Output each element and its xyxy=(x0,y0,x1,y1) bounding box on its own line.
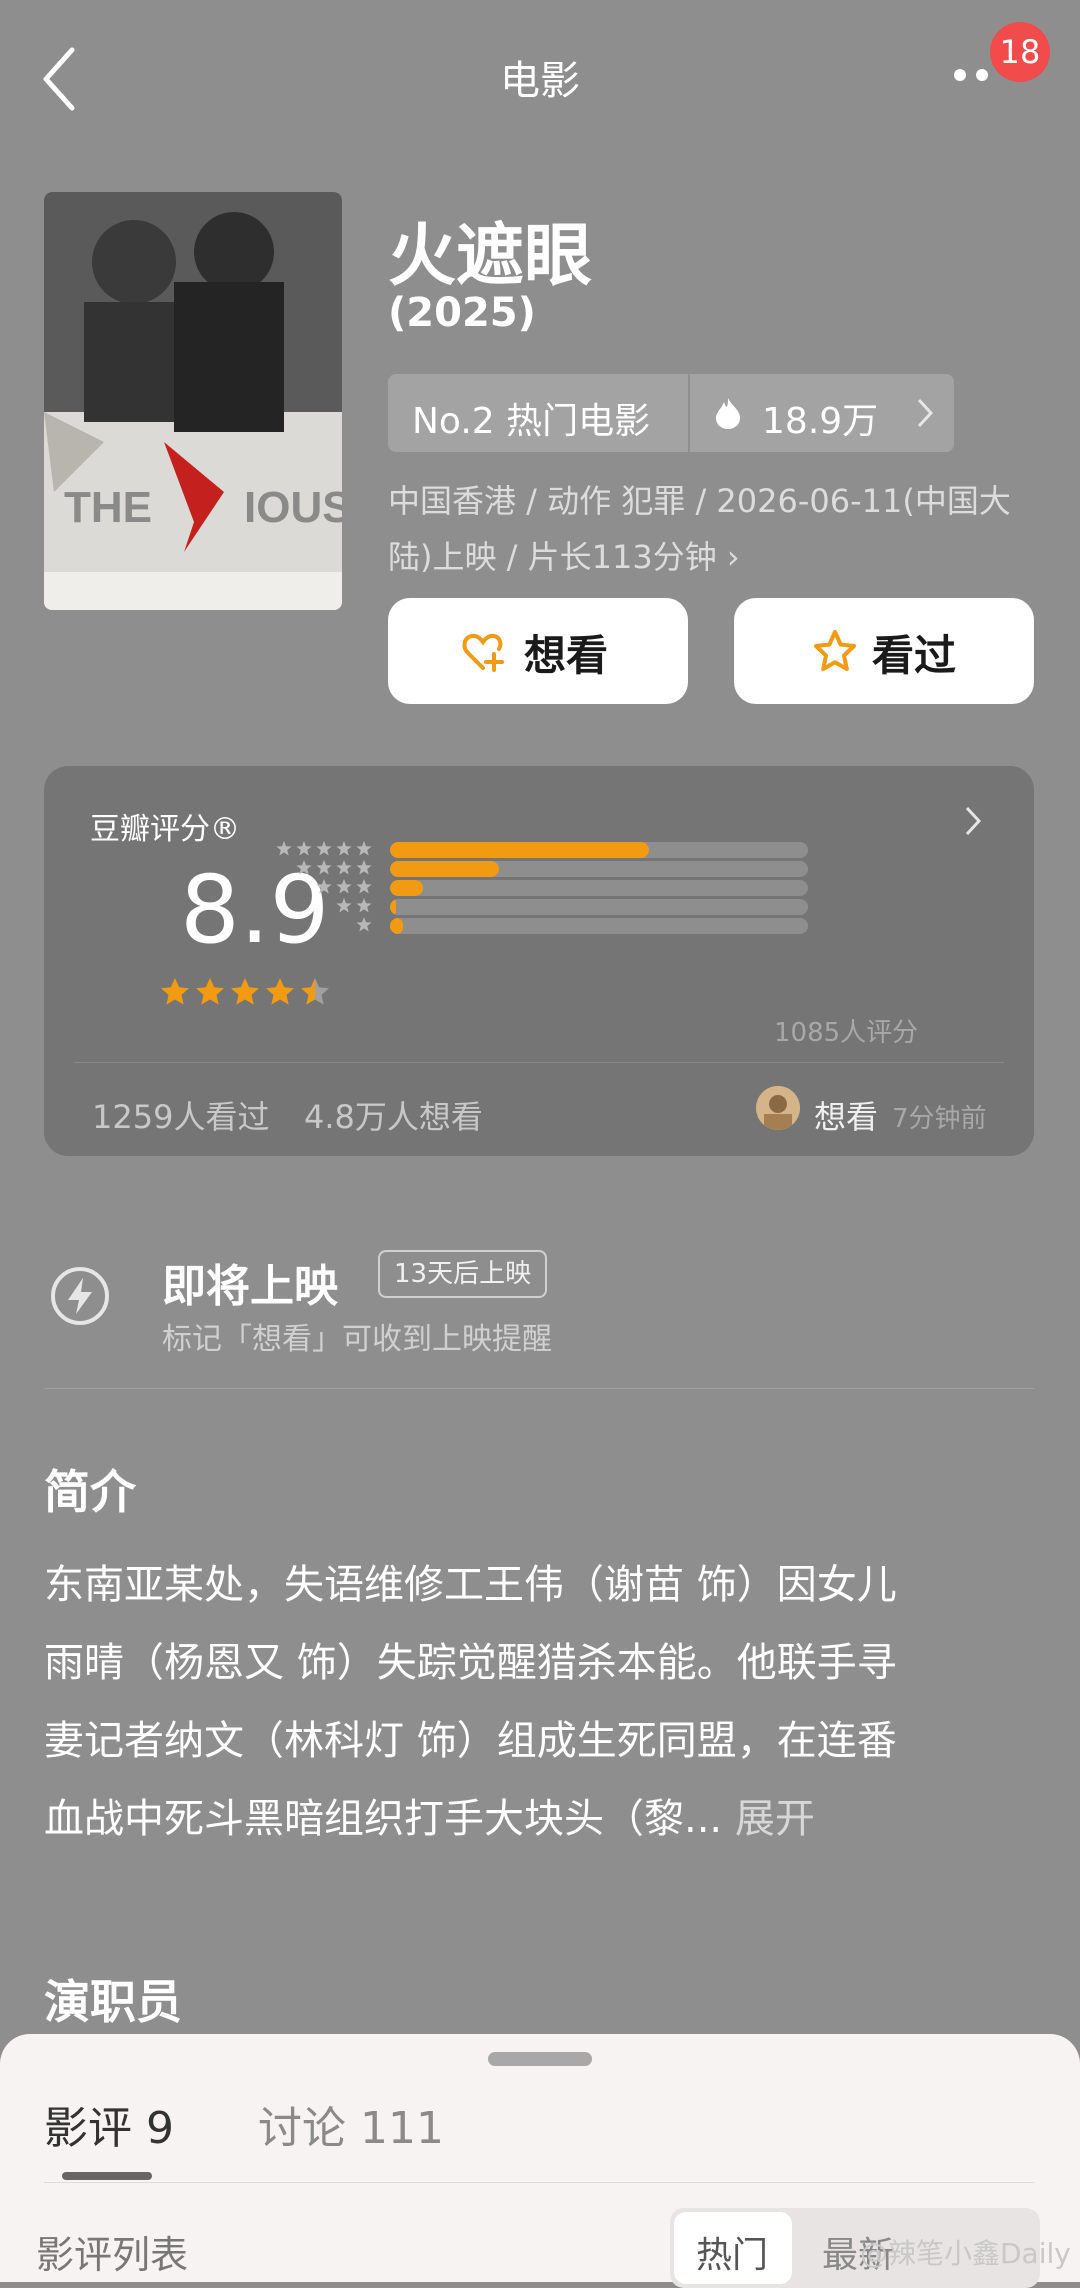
intro-line-last: 血战中死斗黑暗组织打手大块头（黎... 展开 xyxy=(44,1786,1044,1844)
rating-count: 1085人评分 xyxy=(774,1018,919,1048)
svg-text:THE: THE xyxy=(64,483,152,532)
fire-icon xyxy=(716,398,740,429)
rating-bar-fill xyxy=(390,880,424,896)
divider xyxy=(44,2182,1034,2183)
sort-hot-option[interactable]: 热门 xyxy=(696,2226,768,2278)
watched-label: 看过 xyxy=(872,631,957,680)
rating-bar-fill xyxy=(390,842,650,858)
cast-title: 演职员 xyxy=(44,1975,182,2029)
movie-title: 火遮眼 xyxy=(388,217,593,296)
recent-time: 7分钟前 xyxy=(892,1104,987,1134)
chevron-right-icon xyxy=(917,398,934,428)
coming-soon-title: 即将上映 xyxy=(162,1261,338,1312)
rating-bar-track xyxy=(390,861,808,877)
svg-text:IOUS: IOUS xyxy=(244,483,342,532)
rating-heading: 豆瓣评分® xyxy=(90,812,240,847)
rating-card[interactable]: 豆瓣评分® 8.9 1085人评分 1259人看过 4.8万人想看 想看 7分钟… xyxy=(44,766,1034,1156)
page-title: 电影 xyxy=(500,58,580,104)
rating-bar-track xyxy=(390,918,808,934)
movie-meta-line1[interactable]: 中国香港 / 动作 犯罪 / 2026-06-11(中国大 xyxy=(388,476,1038,522)
movie-poster[interactable]: THE IOUS xyxy=(44,192,342,610)
mini-stars-icon xyxy=(336,898,372,913)
active-tab-indicator xyxy=(62,2172,152,2180)
expand-link[interactable]: 展开 xyxy=(735,1796,815,1842)
heat-value: 18.9万 xyxy=(762,401,879,442)
coming-soon-hint: 标记「想看」可收到上映提醒 xyxy=(162,1322,552,1357)
rating-dist-row xyxy=(264,895,864,915)
want-count[interactable]: 4.8万人想看 xyxy=(304,1092,483,1138)
lightning-icon xyxy=(51,1267,109,1325)
drag-handle[interactable] xyxy=(488,2052,592,2066)
rating-bar-fill xyxy=(390,918,403,934)
notification-badge[interactable]: 18 xyxy=(990,22,1050,82)
mini-stars-icon xyxy=(296,860,372,875)
release-countdown-tag: 13天后上映 xyxy=(378,1250,548,1298)
recent-action: 想看 xyxy=(814,1098,879,1136)
movie-meta-line2[interactable]: 陆)上映 / 片长113分钟 › xyxy=(388,532,1038,578)
seen-count[interactable]: 1259人看过 xyxy=(92,1092,269,1138)
divider xyxy=(74,1062,1004,1063)
divider xyxy=(44,1388,1034,1389)
rank-divider xyxy=(688,374,690,452)
movie-year: (2025) xyxy=(388,290,536,336)
intro-line: 东南亚某处，失语维修工王伟（谢苗 饰）因女儿 xyxy=(44,1562,897,1608)
rating-bar-fill xyxy=(390,899,397,915)
star-icon xyxy=(196,978,224,1005)
intro-line: 妻记者纳文（林科灯 饰）组成生死同盟，在连番 xyxy=(44,1718,897,1764)
tab-discussions[interactable]: 讨论 111 xyxy=(258,2092,444,2156)
intro-line: 血战中死斗黑暗组织打手大块头（黎... xyxy=(44,1796,723,1842)
ranking-box[interactable]: No.2 热门电影 18.9万 xyxy=(388,374,954,452)
rating-bar-track xyxy=(390,842,808,858)
star-icon xyxy=(266,978,294,1005)
mini-stars-icon xyxy=(316,879,372,894)
rating-bar-track xyxy=(390,899,808,915)
mini-stars-icon xyxy=(356,917,372,932)
rating-dist-row xyxy=(264,857,864,877)
rank-label: No.2 热门电影 xyxy=(412,401,651,442)
intro-line: 雨晴（杨恩又 饰）失踪觉醒猎杀本能。他联手寻 xyxy=(44,1640,897,1686)
review-list-label: 影评列表 xyxy=(36,2233,189,2277)
rating-stars xyxy=(161,978,329,1005)
rating-bar-track xyxy=(390,880,808,896)
star-icon xyxy=(161,978,189,1005)
tab-reviews[interactable]: 影评 9 xyxy=(44,2092,174,2156)
star-icon xyxy=(301,978,329,1005)
intro-title: 简介 xyxy=(44,1465,136,1519)
star-icon xyxy=(231,978,259,1005)
want-to-watch-label: 想看 xyxy=(524,631,609,680)
mini-stars-icon xyxy=(276,841,372,856)
rating-dist-row xyxy=(264,876,864,896)
rating-dist-row xyxy=(264,914,864,934)
want-to-watch-button[interactable]: 想看 xyxy=(388,598,688,704)
rating-bar-fill xyxy=(390,861,499,877)
chevron-right-icon[interactable] xyxy=(962,804,984,838)
rating-dist-row xyxy=(264,838,864,858)
heart-plus-icon xyxy=(462,633,504,672)
poster-image: THE IOUS xyxy=(44,192,342,610)
watermark: @辣笔小鑫Daily xyxy=(860,2237,1071,2270)
star-outline-icon xyxy=(814,630,856,671)
watched-button[interactable]: 看过 xyxy=(734,598,1034,704)
avatar[interactable] xyxy=(756,1086,800,1130)
